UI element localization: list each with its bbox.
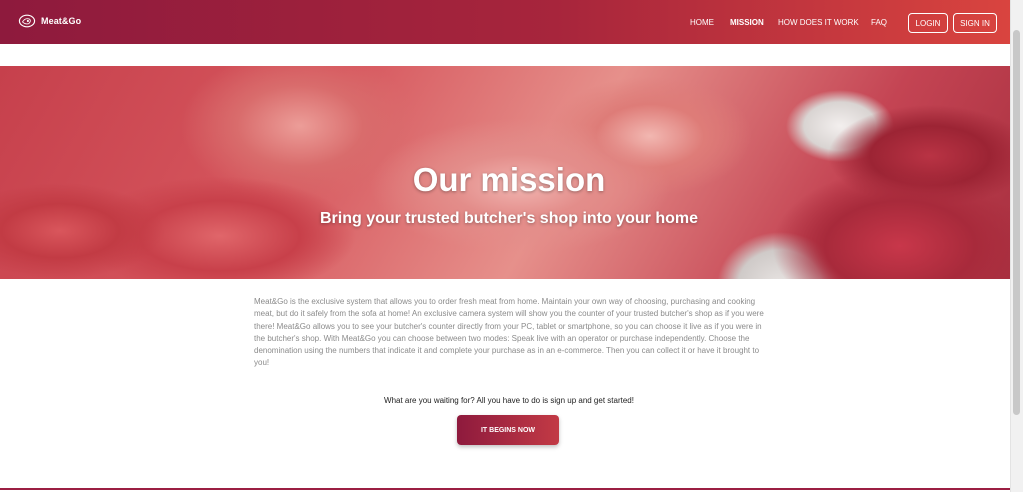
nav-how-it-works-link[interactable]: HOW DOES IT WORK — [778, 18, 859, 27]
it-begins-now-button[interactable]: IT BEGINS NOW — [457, 415, 559, 445]
hero-subtitle: Bring your trusted butcher's shop into y… — [319, 210, 699, 227]
scrollbar[interactable] — [1010, 0, 1023, 492]
nav-home-link[interactable]: HOME — [690, 18, 714, 27]
footer-divider — [0, 488, 1010, 490]
top-navbar: Meat&Go HOME MISSION HOW DOES IT WORK FA… — [0, 0, 1010, 44]
cta-text: What are you waiting for? All you have t… — [384, 396, 634, 405]
login-button[interactable]: LOGIN — [908, 13, 948, 33]
hero-title: Our mission — [412, 161, 606, 198]
sign-in-button[interactable]: SIGN IN — [953, 13, 997, 33]
mission-description: Meat&Go is the exclusive system that all… — [254, 297, 764, 368]
logo-icon — [18, 14, 36, 28]
hero-banner: Our mission Bring your trusted butcher's… — [0, 66, 1018, 279]
nav-mission-link[interactable]: MISSION — [730, 18, 764, 27]
nav-faq-link[interactable]: FAQ — [871, 18, 887, 27]
scrollbar-thumb[interactable] — [1013, 30, 1020, 415]
brand-name: Meat&Go — [41, 16, 82, 26]
brand-logo[interactable]: Meat&Go — [18, 13, 81, 29]
